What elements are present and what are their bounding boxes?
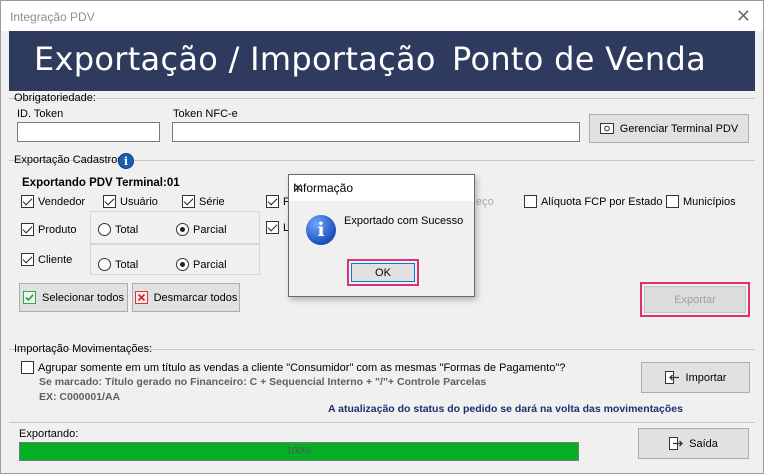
serie-label: Série <box>199 195 225 208</box>
importar-label: Importar <box>685 371 727 384</box>
selecionar-todos-label: Selecionar todos <box>42 291 124 304</box>
serie-check[interactable] <box>182 195 195 208</box>
import-icon <box>664 371 679 384</box>
checkbox-aliquota[interactable]: Alíquota FCP por Estado <box>524 195 662 208</box>
id-token-label: ID. Token <box>17 108 64 120</box>
header-banner: Exportação / Importação Ponto de Venda <box>9 31 755 91</box>
banner-left-text: Exportação / Importação <box>34 40 436 78</box>
importacao-label: Importação Movimentações: <box>14 343 153 355</box>
exit-icon <box>669 437 684 450</box>
window-title: Integração PDV <box>10 10 95 24</box>
desmarcar-todos-button[interactable]: Desmarcar todos <box>132 283 240 312</box>
agrupar-label: Agrupar somente em um título as vendas a… <box>38 361 566 374</box>
dialog-message: Exportado com Sucesso <box>344 215 464 227</box>
checkbox-cliente[interactable]: Cliente <box>21 253 72 266</box>
cliente-parcial-radio[interactable]: Parcial <box>176 258 227 271</box>
produto-parcial-radio[interactable]: Parcial <box>176 223 227 236</box>
saida-button[interactable]: Saída <box>638 428 749 459</box>
produto-total-label: Total <box>115 223 139 236</box>
export-progress-bar: 100% <box>19 442 579 461</box>
banner-right-text: Ponto de Venda <box>452 40 706 78</box>
hint-line-2: EX: C000001/AA <box>39 391 121 403</box>
usuario-check[interactable] <box>103 195 116 208</box>
checkbox-serie[interactable]: Série <box>182 195 225 208</box>
checkbox-usuario[interactable]: Usuário <box>103 195 158 208</box>
ok-button[interactable]: OK <box>351 263 415 282</box>
information-icon: i <box>306 215 336 245</box>
hint-line-1: Se marcado: Título gerado no Financeiro:… <box>39 376 487 388</box>
window-close-icon[interactable]: ✕ <box>736 6 751 27</box>
token-nfce-input[interactable] <box>172 122 580 142</box>
ok-label: OK <box>375 266 391 279</box>
fifth-check[interactable] <box>266 221 279 234</box>
exportar-button[interactable]: Exportar <box>644 286 746 313</box>
integracao-pdv-window: Integração PDV ✕ Exportação / Importação… <box>0 0 764 474</box>
dialog-titlebar: Informação ✕ <box>289 175 474 201</box>
gerenciar-terminal-label: Gerenciar Terminal PDV <box>619 122 739 135</box>
cliente-check[interactable] <box>21 253 34 266</box>
checkbox-municipios[interactable]: Municípios <box>666 195 736 208</box>
cliente-total-radio[interactable]: Total <box>98 258 138 271</box>
municipios-label: Municípios <box>683 195 736 208</box>
checkbox-fifth[interactable]: L <box>266 221 289 234</box>
produto-parcial-dot[interactable] <box>176 223 189 236</box>
produto-total-dot[interactable] <box>98 223 111 236</box>
progress-text: 100% <box>286 446 312 457</box>
municipios-check[interactable] <box>666 195 679 208</box>
fourth-check[interactable] <box>266 195 279 208</box>
exportar-label: Exportar <box>674 293 716 306</box>
cliente-total-dot[interactable] <box>98 258 111 271</box>
cliente-parcial-label: Parcial <box>193 258 227 271</box>
desmarcar-todos-label: Desmarcar todos <box>153 291 238 304</box>
info-icon[interactable]: i <box>118 153 134 169</box>
id-token-input[interactable] <box>17 122 160 142</box>
informacao-dialog: Informação ✕ i Exportado com Sucesso OK <box>288 174 475 297</box>
gerenciar-terminal-button[interactable]: Gerenciar Terminal PDV <box>589 114 749 143</box>
window-titlebar: Integração PDV ✕ <box>1 1 763 31</box>
checkbox-produto[interactable]: Produto <box>21 223 77 236</box>
status-note: A atualização do status do pedido se dar… <box>328 403 683 415</box>
produto-check[interactable] <box>21 223 34 236</box>
cliente-label: Cliente <box>38 253 73 266</box>
checkbox-fourth[interactable]: F <box>266 195 290 208</box>
cliente-parcial-dot[interactable] <box>176 258 189 271</box>
exportacao-label: Exportação Cadastros: <box>14 154 126 166</box>
terminal-icon <box>599 123 614 134</box>
token-nfce-label: Token NFC-e <box>173 108 238 120</box>
usuario-label: Usuário <box>120 195 158 208</box>
aliquota-check[interactable] <box>524 195 537 208</box>
obrigatoriedade-divider <box>9 98 755 99</box>
checkbox-agrupar[interactable]: Agrupar somente em um título as vendas a… <box>21 361 565 374</box>
aliquota-label: Alíquota FCP por Estado <box>541 195 663 208</box>
deselect-all-icon <box>134 291 148 304</box>
importar-button[interactable]: Importar <box>641 362 750 393</box>
produto-total-radio[interactable]: Total <box>98 223 138 236</box>
obrigatoriedade-label: Obrigatoriedade: <box>14 92 96 104</box>
terminal-label: Exportando PDV Terminal:01 <box>22 177 180 189</box>
cliente-total-label: Total <box>115 258 139 271</box>
footer-divider <box>9 422 755 423</box>
vendedor-label: Vendedor <box>38 195 86 208</box>
dialog-close-icon[interactable]: ✕ <box>293 181 464 195</box>
partial-hidden-label: eço <box>476 196 494 208</box>
agrupar-check[interactable] <box>21 361 34 374</box>
checkbox-vendedor[interactable]: Vendedor <box>21 195 85 208</box>
produto-parcial-label: Parcial <box>193 223 227 236</box>
vendedor-check[interactable] <box>21 195 34 208</box>
produto-label: Produto <box>38 223 77 236</box>
select-all-icon <box>23 291 37 304</box>
selecionar-todos-button[interactable]: Selecionar todos <box>19 283 128 312</box>
exportando-label: Exportando: <box>19 428 79 440</box>
saida-label: Saída <box>689 437 718 450</box>
